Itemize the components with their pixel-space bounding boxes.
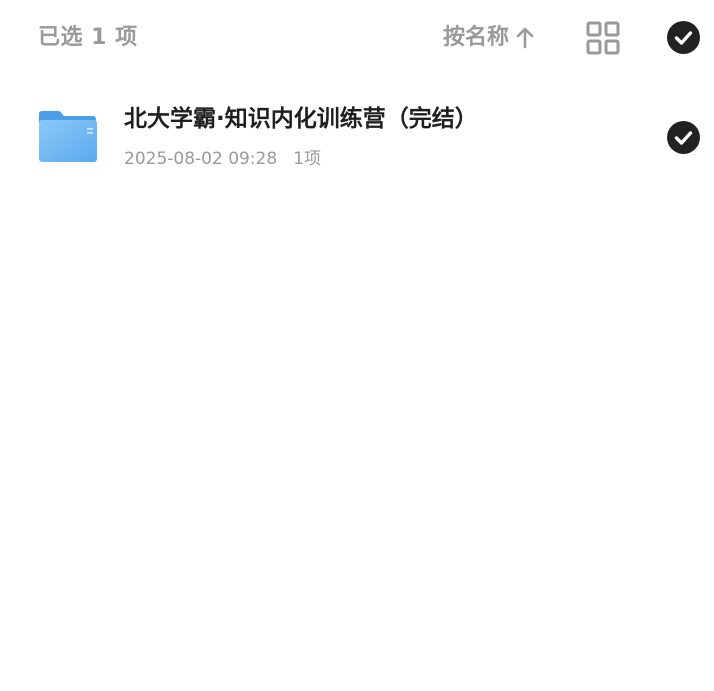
list-item[interactable]: 北大学霸·知识内化训练营（完结） 2025-08-02 09:28 1项 bbox=[0, 90, 714, 186]
sort-by-name-button[interactable]: 按名称 bbox=[443, 22, 535, 54]
check-circle-icon bbox=[674, 131, 693, 145]
file-meta: 2025-08-02 09:28 1项 bbox=[124, 146, 321, 172]
check-circle-icon bbox=[674, 31, 693, 45]
selected-count-label: 已选 1 项 bbox=[38, 25, 138, 50]
file-item-count: 1项 bbox=[293, 149, 322, 169]
file-name: 北大学霸·知识内化训练营（完结） bbox=[124, 106, 478, 132]
grid-view-icon bbox=[586, 21, 620, 55]
arrow-up-icon bbox=[515, 26, 535, 50]
file-modified-time: 2025-08-02 09:28 bbox=[124, 149, 278, 169]
select-all-checkbox[interactable] bbox=[667, 21, 700, 54]
selection-toolbar: 已选 1 项 按名称 bbox=[0, 0, 714, 76]
folder-icon bbox=[38, 110, 98, 164]
item-checkbox[interactable] bbox=[667, 121, 700, 154]
file-list: 北大学霸·知识内化训练营（完结） 2025-08-02 09:28 1项 bbox=[0, 90, 714, 186]
grid-view-toggle-button[interactable] bbox=[586, 21, 620, 55]
sort-label: 按名称 bbox=[443, 25, 510, 50]
